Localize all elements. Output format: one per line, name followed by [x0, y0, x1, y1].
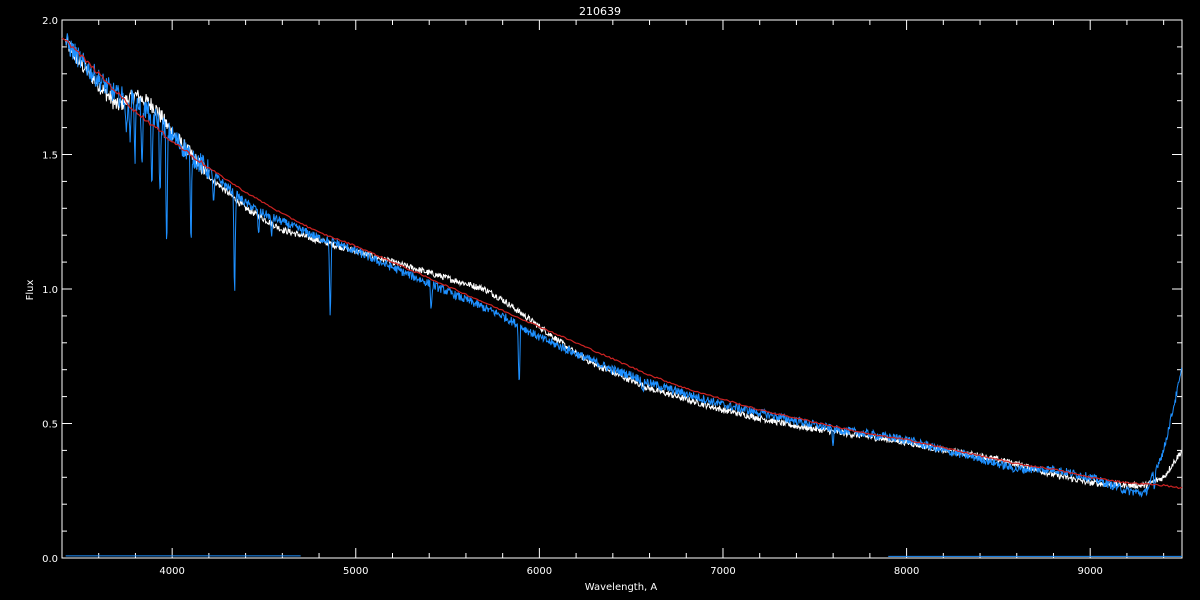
- y-tick-label: 0.5: [42, 420, 58, 431]
- x-tick-label: 5000: [343, 566, 368, 577]
- y-tick-label: 1.0: [42, 285, 58, 296]
- x-tick-label: 6000: [527, 566, 552, 577]
- series-group: [61, 33, 1183, 557]
- x-tick-label: 9000: [1077, 566, 1102, 577]
- x-tick-label: 7000: [710, 566, 735, 577]
- chart-title: 210639: [579, 5, 621, 18]
- blue-spectrum-line: [65, 33, 1183, 498]
- y-tick-label: 0.0: [42, 554, 58, 565]
- y-axis-label: Flux: [25, 280, 36, 301]
- x-tick-label: 4000: [159, 566, 184, 577]
- red-model-line: [61, 37, 1183, 489]
- y-tick-label: 1.5: [42, 151, 58, 162]
- axes: 4000 5000 6000 7000 8000 9000 0.0 0.5 1.0 1.5 2.0: [42, 16, 1183, 577]
- spectrum-chart: 210639 Wavelength, A Flux 4000 5000 6000 70…: [25, 5, 1183, 593]
- x-axis-label: Wavelength, A: [585, 582, 658, 593]
- x-tick-label: 8000: [894, 566, 919, 577]
- white-spectrum-line: [65, 35, 1182, 490]
- plot-frame: [61, 19, 1183, 559]
- y-tick-label: 2.0: [42, 16, 58, 27]
